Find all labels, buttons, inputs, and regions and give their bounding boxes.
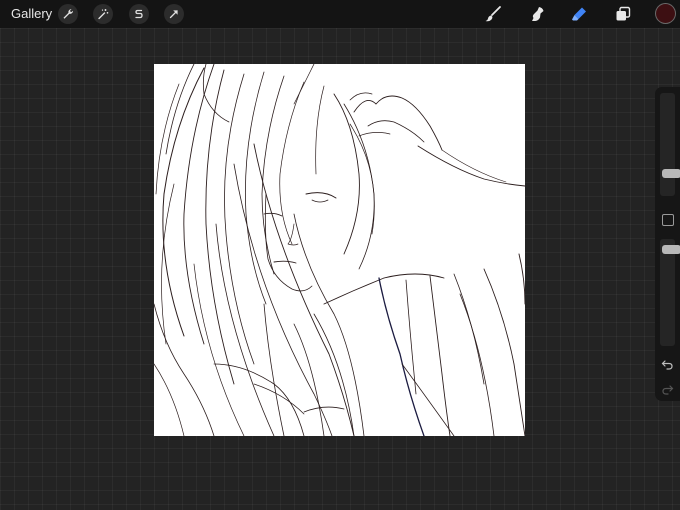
- opacity-thumb[interactable]: [662, 245, 680, 254]
- drawing-canvas[interactable]: [154, 64, 525, 436]
- color-picker-swatch[interactable]: [656, 4, 675, 23]
- eraser-icon[interactable]: [569, 4, 589, 24]
- modify-square-icon[interactable]: [662, 214, 674, 226]
- brush-size-thumb[interactable]: [662, 169, 680, 178]
- undo-icon[interactable]: [661, 358, 674, 371]
- redo-icon[interactable]: [661, 383, 674, 396]
- selection-icon[interactable]: [129, 4, 149, 24]
- wrench-icon[interactable]: [58, 4, 78, 24]
- brush-size-slider[interactable]: [660, 93, 680, 196]
- transform-arrow-icon[interactable]: [164, 4, 184, 24]
- line-art-sketch: [154, 64, 525, 436]
- brush-icon[interactable]: [483, 4, 503, 24]
- top-toolbar: Gallery: [0, 0, 680, 28]
- opacity-slider[interactable]: [660, 239, 680, 346]
- brush-sidebar: [655, 87, 680, 401]
- smudge-icon[interactable]: [527, 4, 547, 24]
- layers-icon[interactable]: [613, 4, 633, 24]
- magic-wand-icon[interactable]: [93, 4, 113, 24]
- gallery-button[interactable]: Gallery: [11, 6, 52, 21]
